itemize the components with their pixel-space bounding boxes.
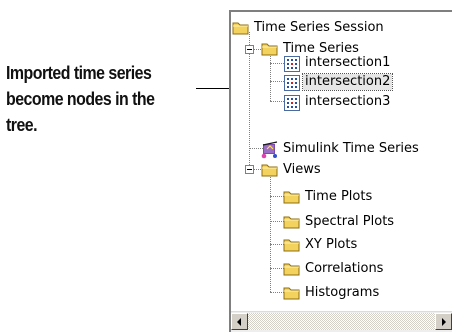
scrollbar-track[interactable]	[248, 313, 435, 330]
tree-panel: Time Series Session Time Series intersec…	[229, 10, 452, 332]
tree-guide	[270, 63, 284, 64]
simulink-icon	[261, 141, 279, 159]
folder-icon	[232, 20, 250, 36]
scroll-left-button[interactable]	[231, 313, 248, 330]
arrow-left-icon	[237, 318, 241, 326]
tree-guide	[270, 101, 284, 102]
folder-icon	[283, 237, 301, 253]
tree-node-intersection1[interactable]: intersection1	[283, 53, 392, 73]
tree-guide	[270, 268, 284, 269]
tree-guide	[270, 244, 284, 245]
folder-icon	[261, 162, 279, 178]
tree-node-label: XY Plots	[305, 237, 358, 252]
tree-node-label: Simulink Time Series	[283, 141, 419, 156]
tree-node-label: intersection2	[301, 73, 394, 91]
tree-guide	[254, 49, 261, 50]
arrow-right-icon	[442, 318, 446, 326]
tree-node-label: Views	[283, 162, 321, 177]
horizontal-scrollbar[interactable]	[231, 311, 452, 332]
folder-icon	[261, 41, 279, 57]
tree-guide	[270, 81, 284, 82]
tree-node-label: intersection3	[305, 94, 391, 109]
tree-guide	[270, 174, 271, 292]
annotation-line-3: tree.	[6, 114, 38, 135]
annotation-line-2: become nodes in the	[6, 88, 155, 109]
collapse-toggle[interactable]	[245, 165, 254, 174]
tree-node-spectral-plots[interactable]: Spectral Plots	[283, 212, 396, 232]
tree-node-intersection3[interactable]: intersection3	[283, 92, 392, 112]
scroll-right-button[interactable]	[435, 313, 452, 330]
tree-node-label: Time Series Session	[254, 20, 384, 35]
annotation-text: Imported time series become nodes in the…	[6, 60, 169, 138]
tree-node-label: intersection1	[305, 55, 391, 70]
folder-icon	[283, 189, 301, 205]
tree-guide	[270, 54, 271, 101]
folder-icon	[283, 285, 301, 301]
annotation-line-1: Imported time series	[6, 62, 152, 83]
tree-node-label: Spectral Plots	[305, 214, 395, 229]
tree-node-correlations[interactable]: Correlations	[283, 259, 385, 279]
tree-node-simulink-time-series[interactable]: Simulink Time Series	[261, 139, 421, 159]
tree-node-label: Histograms	[305, 285, 380, 300]
tree-node-label: Time Plots	[305, 189, 373, 204]
tree-node-views[interactable]: Views	[261, 160, 323, 180]
tree-guide	[254, 169, 261, 170]
tree-node-label: Correlations	[305, 261, 384, 276]
tree-guide	[270, 221, 284, 222]
tree-node-xy-plots[interactable]: XY Plots	[283, 235, 359, 255]
timeseries-data-icon	[283, 94, 301, 111]
tree-node-time-plots[interactable]: Time Plots	[283, 187, 374, 207]
folder-icon	[283, 214, 301, 230]
tree-node-histograms[interactable]: Histograms	[283, 283, 381, 303]
timeseries-data-icon	[283, 74, 301, 91]
tree-node-root[interactable]: Time Series Session	[232, 18, 386, 38]
folder-icon	[283, 261, 301, 277]
tree-guide	[270, 196, 284, 197]
session-tree: Time Series Session Time Series intersec…	[231, 12, 452, 312]
collapse-toggle[interactable]	[245, 45, 254, 54]
tree-guide	[270, 292, 284, 293]
timeseries-data-icon	[283, 55, 301, 72]
tree-node-intersection2[interactable]: intersection2	[283, 72, 394, 92]
